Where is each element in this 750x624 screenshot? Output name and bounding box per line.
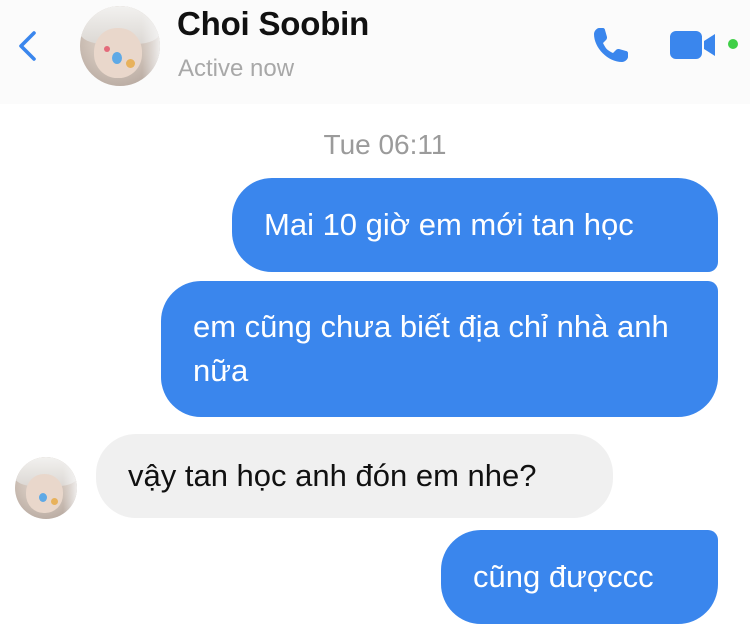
chat-header: Choi Soobin Active now (0, 0, 750, 104)
phone-icon (594, 28, 628, 62)
outgoing-message-bubble[interactable]: em cũng chưa biết địa chỉ nhà anh nữa (161, 281, 718, 417)
contact-status: Active now (178, 55, 295, 82)
video-camera-icon (670, 31, 715, 59)
message-text: Mai 10 giờ em mới tan học (264, 207, 634, 242)
active-status-dot (726, 37, 740, 51)
message-timestamp: Tue 06:11 (323, 129, 447, 160)
incoming-message-bubble[interactable]: vậy tan học anh đón em nhe? (96, 434, 613, 518)
back-chevron-icon (19, 31, 36, 61)
message-text: vậy tan học anh đón em nhe? (128, 458, 537, 493)
video-call-button[interactable] (668, 27, 720, 63)
message-text: cũng đượccc (473, 559, 654, 594)
contact-name[interactable]: Choi Soobin (177, 5, 369, 43)
contact-avatar[interactable] (80, 6, 160, 86)
chat-screen: Choi Soobin Active now Tue 06:11 Mai 10 … (0, 0, 750, 624)
message-text: em cũng chưa biết địa chỉ nhà anh nữa (193, 309, 669, 388)
outgoing-message-bubble[interactable]: cũng đượccc (441, 530, 718, 624)
sender-avatar[interactable] (15, 457, 77, 519)
voice-call-button[interactable] (590, 24, 634, 66)
outgoing-message-bubble[interactable]: Mai 10 giờ em mới tan học (232, 178, 718, 272)
back-button[interactable] (14, 28, 48, 64)
